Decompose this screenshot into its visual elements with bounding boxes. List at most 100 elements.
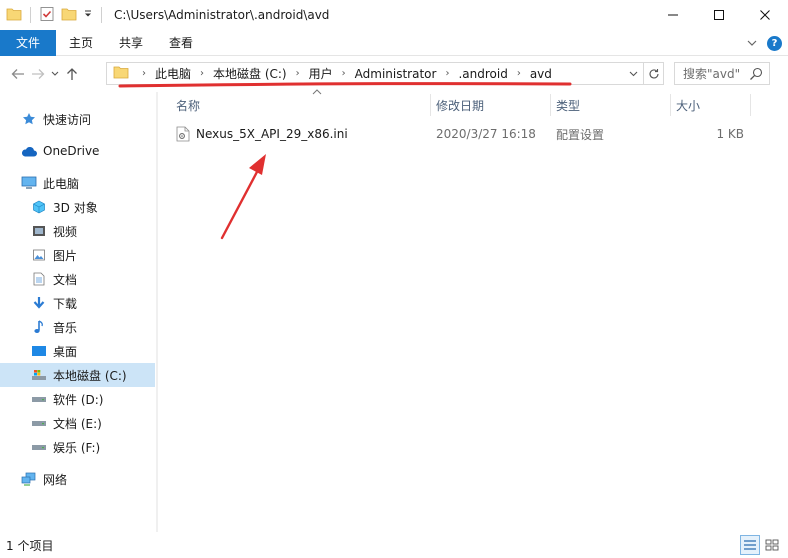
breadcrumb-item[interactable]: avd bbox=[530, 67, 552, 81]
column-divider[interactable] bbox=[550, 94, 551, 116]
sidebar-item-label: 软件 (D:) bbox=[53, 392, 104, 407]
sidebar-item-label: 音乐 bbox=[53, 320, 78, 335]
chevron-right-icon[interactable]: › bbox=[133, 68, 155, 79]
navigation-pane: 快速访问 OneDrive 此电脑 3D 对象 视频 图片 文档 下载 音乐 桌… bbox=[0, 92, 158, 532]
refresh-button[interactable] bbox=[644, 62, 664, 85]
column-divider[interactable] bbox=[670, 94, 671, 116]
sidebar-item-drive-d[interactable]: 软件 (D:) bbox=[30, 387, 103, 411]
sidebar-item-documents[interactable]: 文档 bbox=[30, 267, 77, 291]
address-bar[interactable]: › 此电脑 › 本地磁盘 (C:) › 用户 › Administrator ›… bbox=[106, 62, 644, 85]
column-header-label: 名称 bbox=[176, 98, 201, 113]
breadcrumb-item[interactable]: .android bbox=[458, 67, 507, 81]
sidebar-item-label: 快速访问 bbox=[43, 112, 92, 127]
chevron-right-icon[interactable]: › bbox=[191, 68, 213, 79]
tab-view[interactable]: 查看 bbox=[156, 30, 206, 56]
address-dropdown-icon[interactable] bbox=[625, 65, 641, 83]
quick-access-toolbar bbox=[0, 6, 104, 25]
breadcrumb-item[interactable]: 用户 bbox=[309, 65, 333, 82]
sidebar-item-drive-f[interactable]: 娱乐 (F:) bbox=[30, 435, 100, 459]
sidebar-item-onedrive[interactable]: OneDrive bbox=[20, 139, 99, 163]
file-type: 配置设置 bbox=[556, 127, 605, 142]
chevron-right-icon[interactable]: › bbox=[436, 68, 458, 79]
sidebar-item-label: 此电脑 bbox=[43, 176, 80, 191]
sidebar-item-music[interactable]: 音乐 bbox=[30, 315, 77, 339]
sidebar-item-label: 桌面 bbox=[53, 344, 78, 359]
sidebar-item-label: 图片 bbox=[53, 248, 78, 263]
new-folder-icon[interactable] bbox=[61, 7, 77, 24]
sidebar-item-local-disk-c[interactable]: 本地磁盘 (C:) bbox=[0, 363, 155, 387]
sidebar-item-downloads[interactable]: 下载 bbox=[30, 291, 77, 315]
sidebar-item-label: 网络 bbox=[43, 472, 68, 487]
search-input[interactable]: 搜索"avd" bbox=[674, 62, 770, 85]
large-icons-view-button[interactable] bbox=[762, 535, 782, 555]
column-header-size[interactable]: 大小 bbox=[676, 92, 756, 118]
drive-icon bbox=[30, 415, 48, 431]
breadcrumb-item[interactable]: 本地磁盘 (C:) bbox=[213, 65, 287, 82]
sidebar-item-drive-e[interactable]: 文档 (E:) bbox=[30, 411, 102, 435]
help-icon[interactable]: ? bbox=[767, 35, 782, 51]
sidebar-item-quick-access[interactable]: 快速访问 bbox=[20, 107, 91, 131]
download-icon bbox=[30, 295, 48, 311]
column-header-label: 类型 bbox=[556, 98, 581, 113]
column-header-type[interactable]: 类型 bbox=[556, 92, 666, 118]
chevron-right-icon[interactable]: › bbox=[333, 68, 355, 79]
maximize-icon bbox=[714, 10, 724, 20]
file-modified: 2020/3/27 16:18 bbox=[436, 127, 536, 141]
up-button[interactable] bbox=[62, 62, 82, 86]
title-bar: C:\Users\Administrator\.android\avd bbox=[0, 0, 788, 30]
maximize-button[interactable] bbox=[696, 0, 742, 30]
sidebar-item-3d-objects[interactable]: 3D 对象 bbox=[30, 195, 98, 219]
up-arrow-icon bbox=[67, 68, 77, 80]
item-count: 1 个项目 bbox=[6, 538, 54, 553]
status-bar: 1 个项目 bbox=[0, 532, 788, 558]
column-divider[interactable] bbox=[750, 94, 751, 116]
file-row[interactable]: Nexus_5X_API_29_x86.ini 2020/3/27 16:18 … bbox=[160, 122, 760, 146]
forward-button[interactable] bbox=[28, 62, 48, 86]
computer-icon bbox=[20, 175, 38, 191]
window-title: C:\Users\Administrator\.android\avd bbox=[114, 8, 330, 22]
column-header-name[interactable]: 名称 bbox=[176, 89, 426, 118]
recent-locations-button[interactable] bbox=[48, 62, 62, 86]
window-controls bbox=[650, 0, 788, 30]
search-icon[interactable] bbox=[749, 67, 763, 84]
file-name-cell[interactable]: Nexus_5X_API_29_x86.ini bbox=[176, 122, 348, 146]
details-view-icon bbox=[744, 540, 756, 550]
back-button[interactable] bbox=[8, 62, 28, 86]
properties-icon[interactable] bbox=[39, 6, 55, 25]
tab-file[interactable]: 文件 bbox=[0, 29, 56, 56]
view-switcher bbox=[740, 535, 782, 555]
customize-dropdown-icon[interactable] bbox=[83, 8, 93, 22]
tab-home[interactable]: 主页 bbox=[56, 30, 106, 56]
sidebar-item-label: 下载 bbox=[53, 296, 78, 311]
chevron-right-icon[interactable]: › bbox=[287, 68, 309, 79]
ini-file-icon bbox=[176, 126, 190, 142]
sidebar-item-network[interactable]: 网络 bbox=[20, 467, 67, 491]
chevron-right-icon[interactable]: › bbox=[508, 68, 530, 79]
system-drive-icon bbox=[30, 367, 48, 383]
breadcrumb-item[interactable]: 此电脑 bbox=[155, 65, 191, 82]
sidebar-item-this-pc[interactable]: 此电脑 bbox=[20, 171, 79, 195]
sidebar-item-label: 娱乐 (F:) bbox=[53, 440, 101, 455]
file-list-scrollbar[interactable] bbox=[772, 92, 788, 532]
expand-ribbon-icon[interactable] bbox=[747, 36, 757, 50]
network-icon bbox=[20, 471, 38, 487]
music-icon bbox=[30, 319, 48, 335]
sidebar-item-videos[interactable]: 视频 bbox=[30, 219, 77, 243]
sidebar-item-pictures[interactable]: 图片 bbox=[30, 243, 77, 267]
column-header-label: 修改日期 bbox=[436, 98, 485, 113]
toolbar-divider bbox=[101, 7, 102, 23]
navigation-bar: › 此电脑 › 本地磁盘 (C:) › 用户 › Administrator ›… bbox=[0, 56, 788, 92]
breadcrumb-item[interactable]: Administrator bbox=[355, 67, 437, 81]
close-button[interactable] bbox=[742, 0, 788, 30]
sidebar-item-label: 3D 对象 bbox=[53, 200, 98, 215]
sidebar-item-label: 文档 (E:) bbox=[53, 416, 102, 431]
minimize-button[interactable] bbox=[650, 0, 696, 30]
tab-share[interactable]: 共享 bbox=[106, 30, 156, 56]
navigation-pane-scrollbar[interactable] bbox=[156, 92, 158, 532]
column-divider[interactable] bbox=[430, 94, 431, 116]
cloud-icon bbox=[20, 143, 38, 159]
details-view-button[interactable] bbox=[740, 535, 760, 555]
sidebar-item-desktop[interactable]: 桌面 bbox=[30, 339, 77, 363]
picture-icon bbox=[30, 247, 48, 263]
column-header-modified[interactable]: 修改日期 bbox=[436, 92, 551, 118]
